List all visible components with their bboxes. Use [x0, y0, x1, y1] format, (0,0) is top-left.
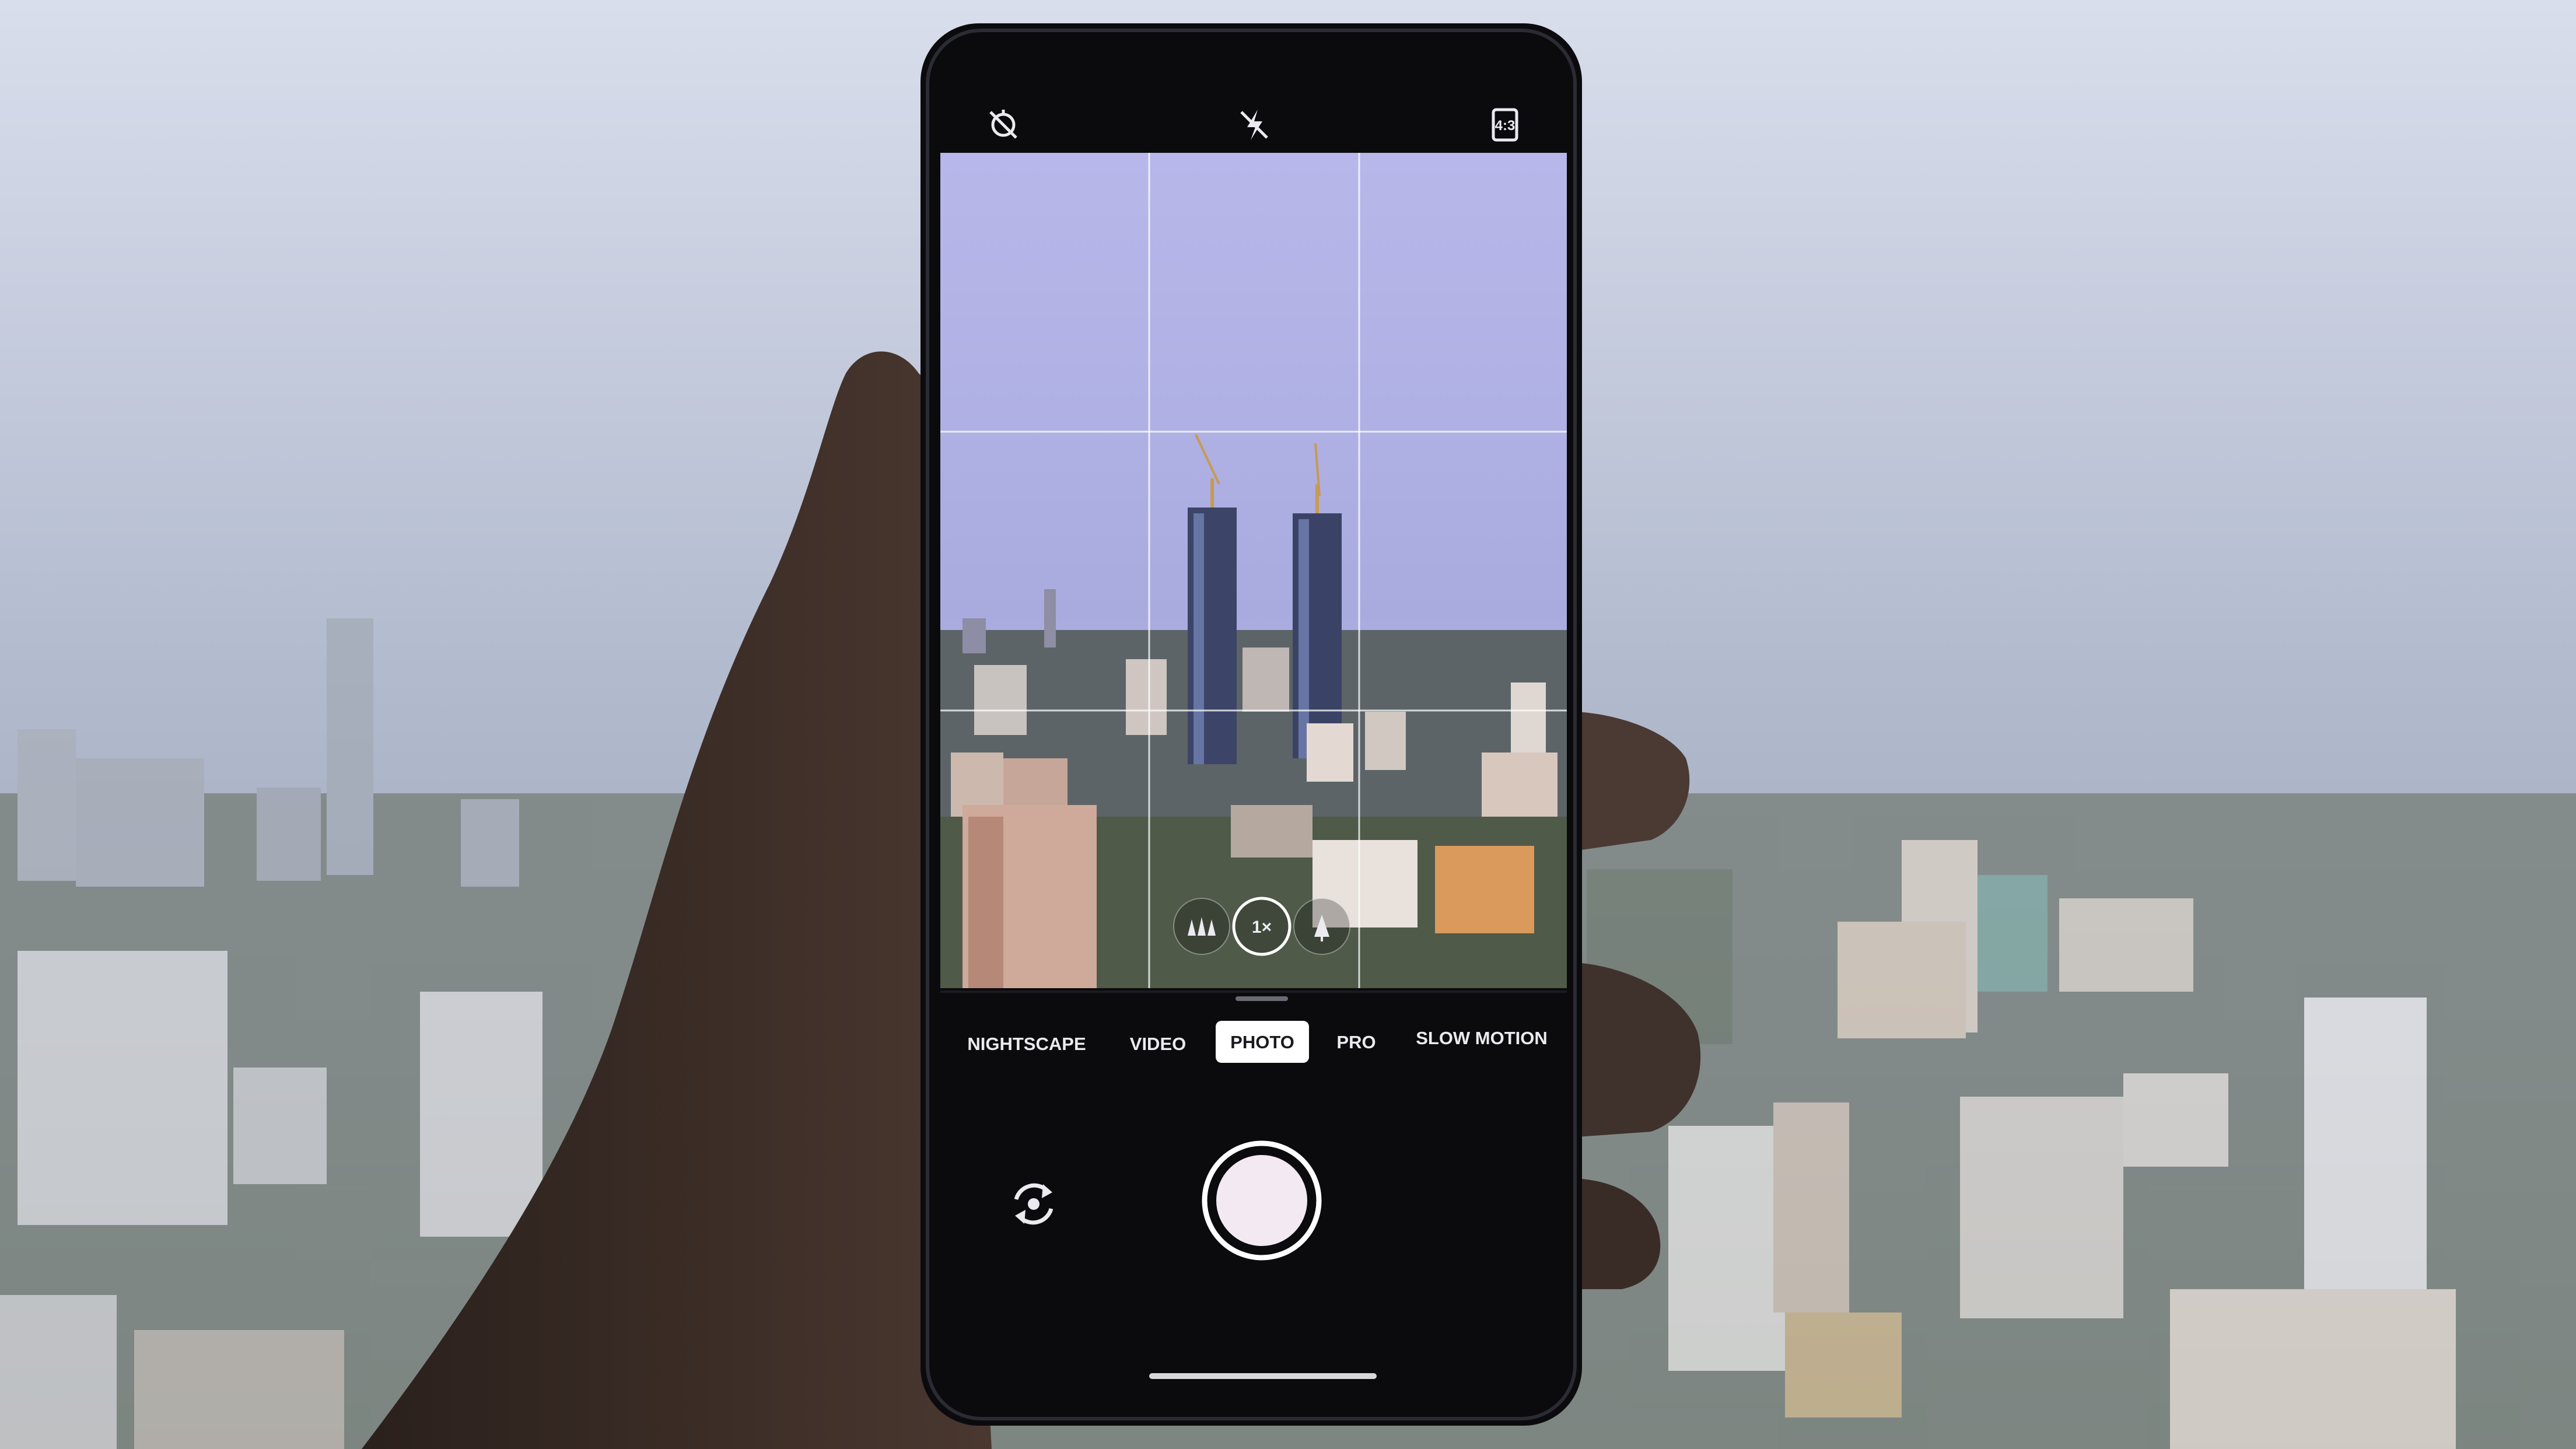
mode-pro[interactable]: PRO — [1336, 1032, 1376, 1052]
wide-angle-icon[interactable] — [1173, 898, 1230, 955]
mode-video[interactable]: VIDEO — [1130, 1034, 1186, 1054]
mode-photo[interactable]: PHOTO — [1230, 1032, 1294, 1052]
viewfinder[interactable] — [940, 153, 1567, 988]
zoom-level-label: 1× — [1252, 918, 1272, 937]
zoom-1x-button[interactable]: 1× — [1232, 897, 1292, 956]
mode-slow-motion[interactable]: SLOW MOTION — [1416, 1028, 1548, 1048]
drawer-handle[interactable] — [1236, 996, 1288, 1001]
mode-nightscape[interactable]: NIGHTSCAPE — [967, 1034, 1086, 1054]
aspect-ratio-label: 4:3 — [1495, 118, 1516, 134]
shutter-button[interactable] — [1202, 1140, 1322, 1261]
zoom-controls: 1× — [1173, 897, 1350, 956]
photo-scene: 4:3 1× NIGHTSCAPE VIDEO PHOTO PRO SLOW M… — [0, 0, 2576, 1449]
home-indicator[interactable] — [1149, 1373, 1377, 1379]
telephoto-icon[interactable] — [1293, 898, 1350, 955]
